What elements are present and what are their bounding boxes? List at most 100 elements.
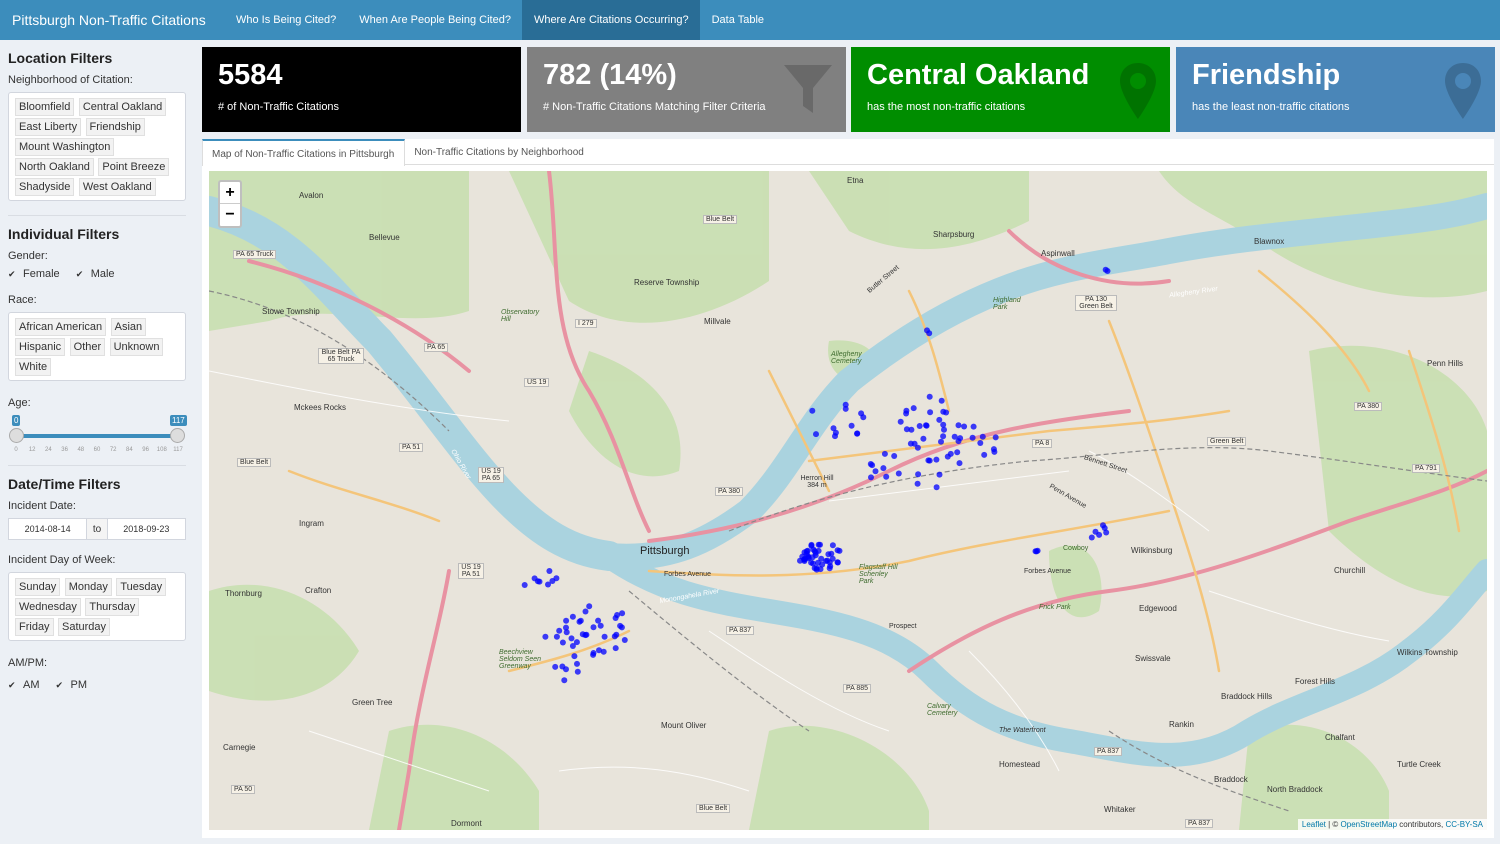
citation-marker[interactable]: [970, 423, 977, 430]
citation-marker[interactable]: [961, 423, 968, 430]
citation-marker[interactable]: [990, 446, 997, 453]
tab-where[interactable]: Where Are Citations Occurring?: [521, 0, 700, 40]
citation-marker[interactable]: [903, 410, 910, 417]
citation-marker[interactable]: [582, 608, 589, 615]
citation-marker[interactable]: [979, 433, 986, 440]
citation-marker[interactable]: [808, 541, 815, 548]
license-link[interactable]: CC-BY-SA: [1446, 820, 1484, 829]
citation-marker[interactable]: [936, 416, 943, 423]
citation-marker[interactable]: [559, 639, 566, 646]
tab-by-neighborhood[interactable]: Non-Traffic Citations by Neighborhood: [405, 139, 594, 164]
citation-marker[interactable]: [569, 613, 576, 620]
chip-neighborhood[interactable]: Point Breeze: [98, 158, 170, 176]
citation-marker[interactable]: [832, 433, 838, 440]
chip-race[interactable]: Unknown: [109, 338, 164, 356]
citation-marker[interactable]: [563, 617, 570, 624]
citation-marker[interactable]: [574, 660, 580, 667]
citation-marker[interactable]: [848, 422, 855, 429]
race-select[interactable]: African American Asian Hispanic Other Un…: [8, 312, 186, 381]
citation-marker[interactable]: [981, 451, 988, 458]
chip-neighborhood[interactable]: Central Oakland: [78, 98, 167, 116]
chip-neighborhood[interactable]: North Oakland: [15, 158, 94, 176]
citation-marker[interactable]: [553, 633, 560, 640]
citation-marker[interactable]: [559, 663, 566, 670]
citation-marker[interactable]: [969, 434, 976, 441]
citation-marker[interactable]: [804, 547, 811, 554]
citation-marker[interactable]: [926, 393, 933, 400]
citation-marker[interactable]: [595, 617, 602, 624]
citation-marker[interactable]: [813, 566, 820, 573]
citation-marker[interactable]: [938, 397, 945, 404]
citation-marker[interactable]: [573, 639, 580, 646]
citation-marker[interactable]: [891, 453, 898, 459]
citation-marker[interactable]: [810, 560, 816, 567]
citation-marker[interactable]: [992, 434, 999, 441]
citation-marker[interactable]: [521, 582, 528, 588]
citation-marker[interactable]: [617, 622, 624, 629]
neighborhood-select[interactable]: Bloomfield Central Oakland East Liberty …: [8, 92, 186, 201]
checkbox-male[interactable]: ✔: [76, 269, 85, 279]
citation-marker[interactable]: [1104, 268, 1111, 274]
citation-marker[interactable]: [916, 423, 923, 429]
citation-marker[interactable]: [568, 635, 575, 642]
citations-map[interactable]: Pittsburgh Avalon Bellevue Etna Sharpsbu…: [209, 171, 1487, 830]
citation-marker[interactable]: [938, 438, 944, 445]
citation-marker[interactable]: [957, 435, 964, 442]
citation-marker[interactable]: [828, 550, 835, 557]
chip-day[interactable]: Sunday: [15, 578, 61, 596]
citation-marker[interactable]: [903, 426, 910, 433]
citation-marker[interactable]: [612, 645, 619, 652]
citation-marker[interactable]: [914, 444, 921, 451]
citation-marker[interactable]: [1088, 534, 1095, 541]
checkbox-am[interactable]: ✔: [8, 680, 17, 690]
citation-marker[interactable]: [834, 559, 841, 566]
citation-marker[interactable]: [546, 568, 553, 574]
chip-race[interactable]: White: [15, 358, 52, 376]
citation-marker[interactable]: [597, 622, 604, 629]
citation-marker[interactable]: [977, 440, 984, 446]
citation-marker[interactable]: [933, 456, 940, 463]
citation-marker[interactable]: [815, 541, 822, 548]
chip-neighborhood[interactable]: Mount Washington: [15, 138, 115, 156]
citation-marker[interactable]: [571, 653, 578, 660]
citation-marker[interactable]: [867, 461, 874, 467]
citation-marker[interactable]: [914, 480, 921, 487]
citation-marker[interactable]: [536, 578, 543, 585]
citation-marker[interactable]: [940, 421, 947, 428]
citation-marker[interactable]: [813, 431, 819, 438]
citation-marker[interactable]: [819, 561, 826, 568]
citation-marker[interactable]: [933, 484, 940, 491]
citation-marker[interactable]: [955, 422, 962, 429]
tab-map[interactable]: Map of Non-Traffic Citations in Pittsbur…: [202, 139, 406, 166]
citation-marker[interactable]: [542, 633, 549, 640]
citation-marker[interactable]: [621, 637, 628, 643]
osm-link[interactable]: OpenStreetMap: [1341, 820, 1397, 829]
citation-marker[interactable]: [951, 433, 958, 440]
age-slider-handle-max[interactable]: [170, 428, 185, 443]
date-to-input[interactable]: 2018-09-23: [106, 518, 186, 540]
chip-day[interactable]: Thursday: [85, 598, 140, 616]
citation-marker[interactable]: [956, 460, 963, 467]
checkbox-female[interactable]: ✔: [8, 269, 17, 279]
citation-marker[interactable]: [881, 450, 888, 457]
citation-marker[interactable]: [947, 450, 954, 457]
citation-marker[interactable]: [613, 631, 620, 638]
citation-marker[interactable]: [579, 631, 586, 638]
citation-marker[interactable]: [586, 603, 593, 610]
citation-marker[interactable]: [923, 422, 929, 429]
citation-marker[interactable]: [854, 430, 861, 437]
chip-race[interactable]: Asian: [110, 318, 147, 336]
chip-neighborhood[interactable]: West Oakland: [78, 178, 156, 196]
citation-marker[interactable]: [829, 542, 836, 549]
zoom-out-button[interactable]: −: [220, 204, 240, 226]
citation-marker[interactable]: [897, 418, 904, 425]
citation-marker[interactable]: [812, 552, 819, 559]
citation-marker[interactable]: [600, 648, 607, 655]
citation-marker[interactable]: [915, 471, 922, 478]
checkbox-pm[interactable]: ✔: [56, 680, 65, 690]
citation-marker[interactable]: [619, 610, 626, 617]
chip-day[interactable]: Friday: [15, 618, 54, 636]
chip-race[interactable]: Other: [69, 338, 106, 356]
tab-who[interactable]: Who Is Being Cited?: [224, 0, 347, 40]
chip-day[interactable]: Saturday: [58, 618, 111, 636]
